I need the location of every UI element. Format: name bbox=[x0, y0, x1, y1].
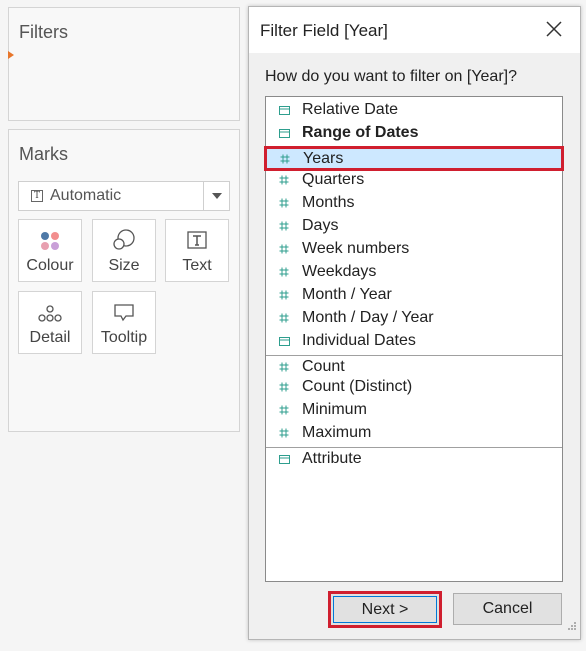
list-item-attribute[interactable]: Attribute bbox=[266, 448, 562, 470]
mark-type-dropdown[interactable]: T Automatic bbox=[18, 181, 230, 211]
text-t-icon bbox=[186, 220, 208, 252]
automatic-mark-icon: T bbox=[31, 190, 43, 202]
hash-icon bbox=[266, 313, 302, 323]
tooltip-bubble-icon bbox=[112, 292, 136, 324]
list-item-months[interactable]: Months bbox=[266, 192, 562, 214]
text-button[interactable]: Text bbox=[165, 219, 229, 282]
colour-label: Colour bbox=[26, 257, 74, 274]
mark-type-label: Automatic bbox=[50, 187, 122, 204]
dialog-title: Filter Field [Year] bbox=[260, 21, 388, 40]
list-item-relative-date[interactable]: Relative Date bbox=[266, 99, 562, 121]
detail-label: Detail bbox=[29, 329, 71, 346]
list-item-maximum[interactable]: Maximum bbox=[266, 422, 562, 444]
list-item-week-numbers[interactable]: Week numbers bbox=[266, 238, 562, 260]
list-item-individual-dates[interactable]: Individual Dates bbox=[266, 330, 562, 352]
list-item-month-year[interactable]: Month / Year bbox=[266, 284, 562, 306]
filters-pane[interactable]: Filters bbox=[8, 7, 240, 121]
hash-icon bbox=[266, 290, 302, 300]
cancel-button[interactable]: Cancel bbox=[453, 593, 562, 625]
calendar-icon bbox=[266, 105, 302, 115]
tooltip-button[interactable]: Tooltip bbox=[92, 291, 156, 354]
hash-icon bbox=[266, 362, 302, 372]
filter-question: How do you want to filter on [Year]? bbox=[265, 68, 517, 85]
colour-button[interactable]: Colour bbox=[18, 219, 82, 282]
marks-title: Marks bbox=[19, 144, 68, 164]
next-button-label: Next > bbox=[333, 596, 437, 623]
colour-dots-icon bbox=[39, 220, 61, 252]
detail-button[interactable]: Detail bbox=[18, 291, 82, 354]
hash-icon bbox=[266, 428, 302, 438]
list-item-weekdays[interactable]: Weekdays bbox=[266, 261, 562, 283]
calendar-icon bbox=[266, 454, 302, 464]
list-item-month-day-year[interactable]: Month / Day / Year bbox=[266, 307, 562, 329]
next-button[interactable]: Next > bbox=[328, 591, 442, 628]
list-item-days[interactable]: Days bbox=[266, 215, 562, 237]
filters-title: Filters bbox=[19, 22, 68, 42]
marks-pane: Marks T Automatic Colour Size Text Detai… bbox=[8, 129, 240, 432]
dialog-titlebar[interactable]: Filter Field [Year] bbox=[249, 7, 580, 53]
list-item-range-of-dates[interactable]: Range of Dates bbox=[266, 122, 562, 144]
hash-icon bbox=[267, 154, 303, 164]
list-item-quarters[interactable]: Quarters bbox=[266, 169, 562, 191]
hash-icon bbox=[266, 244, 302, 254]
tooltip-label: Tooltip bbox=[100, 329, 148, 346]
hash-icon bbox=[266, 198, 302, 208]
list-item-years[interactable]: Years bbox=[264, 146, 564, 171]
list-item-minimum[interactable]: Minimum bbox=[266, 399, 562, 421]
filter-options-list[interactable]: Relative Date Range of Dates Years Quart… bbox=[264, 96, 564, 582]
list-item-count-distinct[interactable]: Count (Distinct) bbox=[266, 376, 562, 398]
hash-icon bbox=[266, 175, 302, 185]
calendar-icon bbox=[266, 336, 302, 346]
resize-grip-icon[interactable] bbox=[567, 618, 577, 636]
detail-dots-icon bbox=[37, 292, 63, 324]
hash-icon bbox=[266, 405, 302, 415]
chevron-down-icon[interactable] bbox=[203, 182, 229, 210]
calendar-icon bbox=[266, 128, 302, 138]
filter-field-dialog: Filter Field [Year] How do you want to f… bbox=[248, 6, 581, 640]
hash-icon bbox=[266, 382, 302, 392]
size-button[interactable]: Size bbox=[92, 219, 156, 282]
size-label: Size bbox=[108, 257, 140, 274]
text-label: Text bbox=[182, 257, 212, 274]
hash-icon bbox=[266, 221, 302, 231]
hash-icon bbox=[266, 267, 302, 277]
size-circles-icon bbox=[112, 220, 136, 252]
close-icon[interactable] bbox=[544, 19, 564, 39]
list-item-count[interactable]: Count bbox=[266, 356, 562, 378]
filters-drop-marker-icon bbox=[8, 51, 14, 59]
